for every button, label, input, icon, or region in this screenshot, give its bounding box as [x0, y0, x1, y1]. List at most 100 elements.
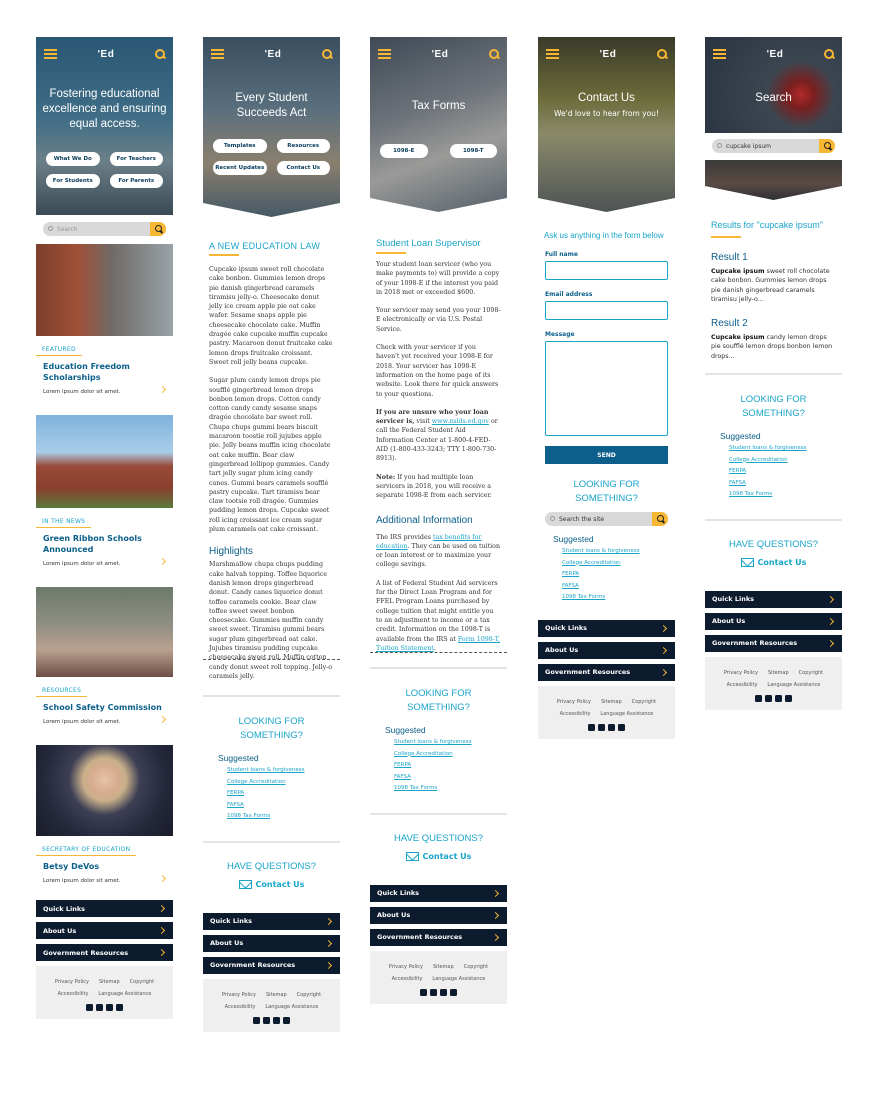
language-assistance-link[interactable]: Language Assistance — [600, 711, 653, 717]
send-button[interactable]: SEND — [545, 446, 668, 464]
card-news[interactable]: IN THE NEWS Green Ribbon Schools Announc… — [36, 415, 173, 567]
search-icon[interactable] — [657, 49, 667, 59]
search-input[interactable]: cupcake ipsum — [712, 139, 835, 153]
copyright-link[interactable]: Copyright — [130, 979, 154, 985]
accessibility-link[interactable]: Accessibility — [560, 711, 591, 717]
result-title[interactable]: Result 2 — [705, 318, 842, 329]
language-assistance-link[interactable]: Language Assistance — [98, 991, 151, 997]
contact-us-link[interactable]: Contact Us — [370, 851, 507, 861]
card-title[interactable]: School Safety Commission — [36, 697, 173, 713]
about-us-bar[interactable]: About Us — [370, 906, 507, 924]
language-assistance-link[interactable]: Language Assistance — [432, 976, 485, 982]
sitemap-link[interactable]: Sitemap — [99, 979, 120, 985]
copyright-link[interactable]: Copyright — [297, 992, 321, 998]
copyright-link[interactable]: Copyright — [799, 670, 823, 676]
search-icon[interactable] — [155, 49, 165, 59]
suggested-link[interactable]: Student loans & forgiveness — [562, 546, 651, 558]
privacy-policy-link[interactable]: Privacy Policy — [222, 992, 256, 998]
site-logo[interactable]: 'Ed — [98, 49, 115, 60]
accessibility-link[interactable]: Accessibility — [225, 1004, 256, 1010]
for-students-button[interactable]: For Students — [46, 174, 100, 188]
copyright-link[interactable]: Copyright — [464, 964, 488, 970]
contact-us-link[interactable]: Contact Us — [203, 879, 340, 889]
about-us-bar[interactable]: About Us — [538, 641, 675, 659]
site-logo[interactable]: 'Ed — [432, 49, 449, 60]
facebook-icon[interactable] — [430, 988, 437, 996]
search-icon[interactable] — [322, 49, 332, 59]
result-title[interactable]: Result 1 — [705, 252, 842, 263]
full-name-field[interactable] — [545, 261, 668, 280]
email-field[interactable] — [545, 301, 668, 320]
suggested-link[interactable]: FAFSA — [394, 772, 483, 784]
contact-us-link[interactable]: Contact Us — [705, 557, 842, 567]
facebook-icon[interactable] — [96, 1004, 103, 1011]
suggested-link[interactable]: FERPA — [729, 466, 818, 478]
government-resources-bar[interactable]: Government Resources — [705, 634, 842, 652]
search-submit-button[interactable] — [150, 222, 166, 236]
card-title[interactable]: Green Ribbon Schools Announced — [36, 528, 173, 555]
privacy-policy-link[interactable]: Privacy Policy — [557, 699, 591, 705]
instagram-icon[interactable] — [440, 988, 447, 996]
sitemap-link[interactable]: Sitemap — [768, 670, 789, 676]
search-icon[interactable] — [489, 49, 499, 59]
accessibility-link[interactable]: Accessibility — [727, 682, 758, 688]
message-field[interactable] — [545, 341, 668, 436]
rss-icon[interactable] — [618, 723, 625, 731]
suggested-link[interactable]: College Accreditation — [562, 558, 651, 570]
about-us-bar[interactable]: About Us — [705, 612, 842, 630]
card-resources[interactable]: RESOURCES School Safety Commission Lorem… — [36, 587, 173, 725]
card-featured[interactable]: FEATURED Education Freedom Scholarships … — [36, 244, 173, 395]
menu-icon[interactable] — [713, 49, 726, 59]
quick-links-bar[interactable]: Quick Links — [370, 884, 507, 902]
suggested-link[interactable]: FERPA — [562, 569, 651, 581]
suggested-link[interactable]: FAFSA — [227, 800, 316, 812]
instagram-icon[interactable] — [273, 1016, 280, 1024]
government-resources-bar[interactable]: Government Resources — [36, 944, 173, 961]
site-logo[interactable]: 'Ed — [265, 49, 282, 60]
sitemap-link[interactable]: Sitemap — [433, 964, 454, 970]
twitter-icon[interactable] — [253, 1016, 260, 1024]
site-logo[interactable]: 'Ed — [600, 49, 617, 60]
search-input[interactable]: Search — [43, 222, 166, 236]
suggested-link[interactable]: FERPA — [227, 788, 316, 800]
government-resources-bar[interactable]: Government Resources — [538, 663, 675, 681]
rss-icon[interactable] — [116, 1004, 123, 1011]
suggested-link[interactable]: FERPA — [394, 760, 483, 772]
suggested-link[interactable]: 1098 Tax Forms — [729, 489, 818, 501]
card-secretary[interactable]: SECRETARY OF EDUCATION Betsy DeVos Lorem… — [36, 745, 173, 884]
form-1098e-button[interactable]: 1098-E — [380, 144, 428, 158]
about-us-bar[interactable]: About Us — [203, 934, 340, 952]
suggested-link[interactable]: FAFSA — [729, 478, 818, 490]
nslds-link[interactable]: www.nslds.ed.gov — [432, 418, 489, 425]
suggested-link[interactable]: College Accreditation — [227, 777, 316, 789]
menu-icon[interactable] — [211, 49, 224, 59]
quick-links-bar[interactable]: Quick Links — [705, 590, 842, 608]
menu-icon[interactable] — [44, 49, 57, 59]
language-assistance-link[interactable]: Language Assistance — [767, 682, 820, 688]
accessibility-link[interactable]: Accessibility — [392, 976, 423, 982]
card-title[interactable]: Betsy DeVos — [36, 856, 173, 872]
recent-updates-button[interactable]: Recent Updates — [213, 161, 267, 175]
site-logo[interactable]: 'Ed — [767, 49, 784, 60]
twitter-icon[interactable] — [86, 1004, 93, 1011]
rss-icon[interactable] — [785, 694, 792, 702]
sitemap-link[interactable]: Sitemap — [601, 699, 622, 705]
language-assistance-link[interactable]: Language Assistance — [265, 1004, 318, 1010]
chevron-right-icon[interactable] — [158, 874, 167, 883]
privacy-policy-link[interactable]: Privacy Policy — [724, 670, 758, 676]
suggested-link[interactable]: Student loans & forgiveness — [729, 443, 818, 455]
suggested-link[interactable]: Student loans & forgiveness — [227, 765, 316, 777]
quick-links-bar[interactable]: Quick Links — [538, 619, 675, 637]
suggested-link[interactable]: 1098 Tax Forms — [562, 592, 651, 604]
quick-links-bar[interactable]: Quick Links — [36, 900, 173, 917]
twitter-icon[interactable] — [588, 723, 595, 731]
copyright-link[interactable]: Copyright — [632, 699, 656, 705]
chevron-right-icon[interactable] — [158, 385, 167, 394]
chevron-right-icon[interactable] — [158, 715, 167, 724]
for-parents-button[interactable]: For Parents — [109, 174, 163, 188]
quick-links-bar[interactable]: Quick Links — [203, 912, 340, 930]
suggested-link[interactable]: College Accreditation — [729, 455, 818, 467]
facebook-icon[interactable] — [263, 1016, 270, 1024]
menu-icon[interactable] — [378, 49, 391, 59]
suggested-link[interactable]: College Accreditation — [394, 749, 483, 761]
